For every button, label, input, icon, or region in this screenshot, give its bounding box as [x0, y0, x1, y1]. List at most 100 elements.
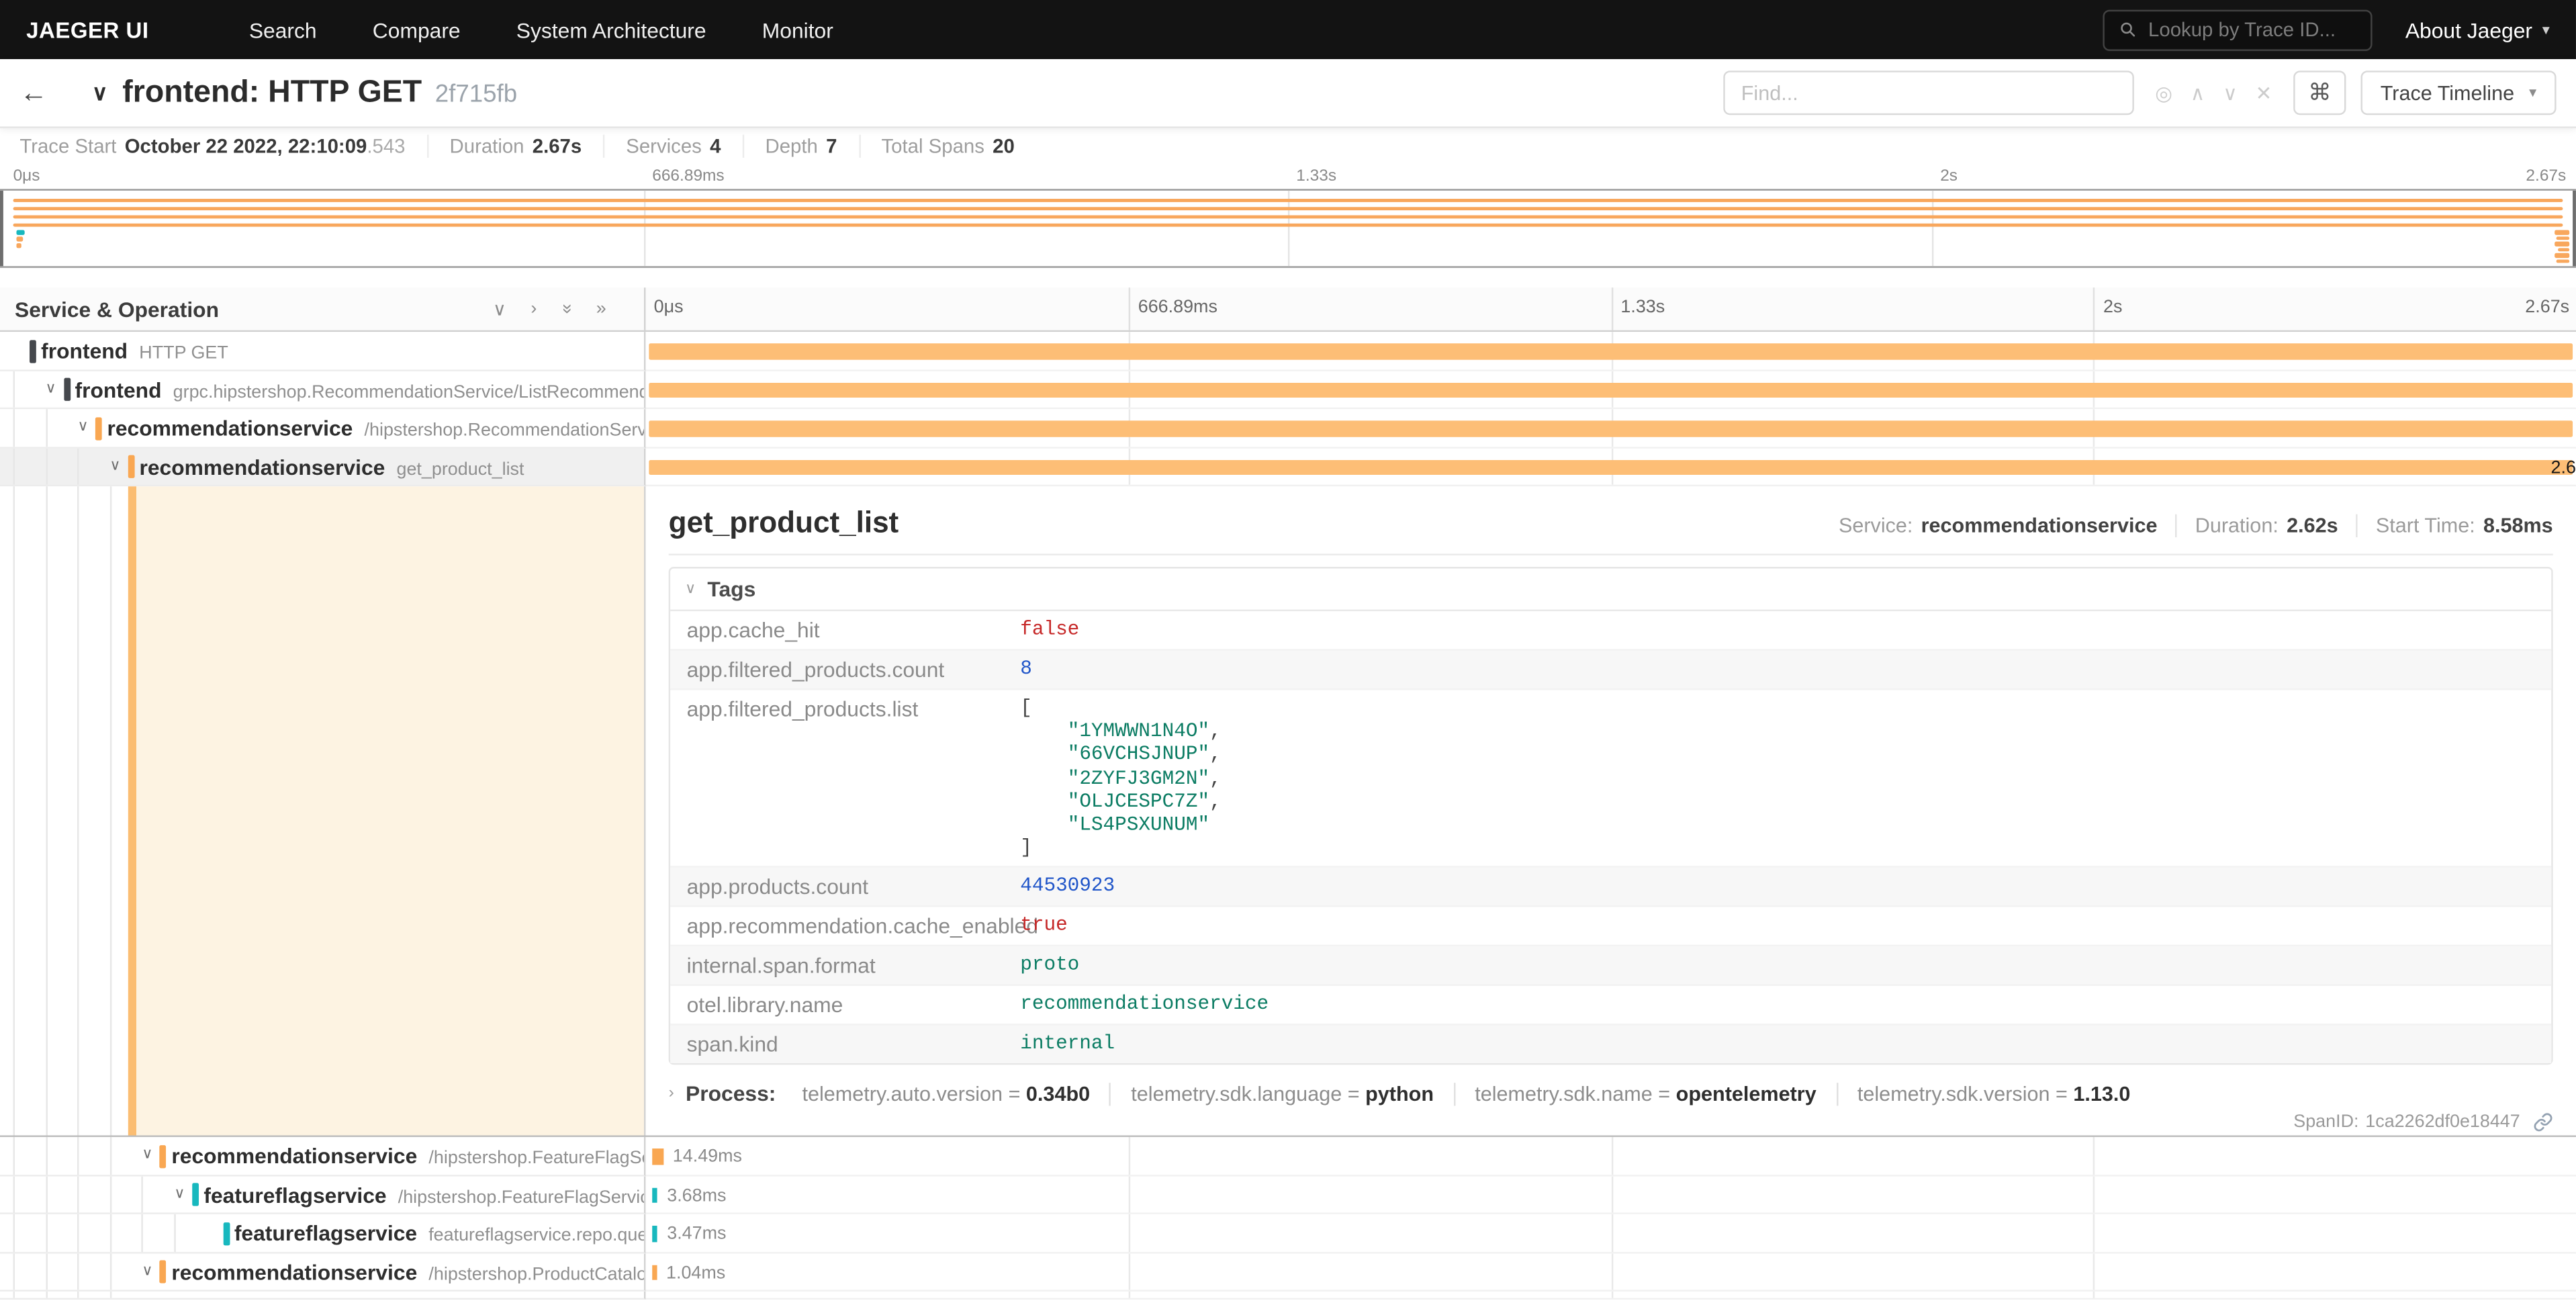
- trace-title-collapse-icon[interactable]: ∨: [92, 80, 107, 106]
- span-bar-cell[interactable]: 2.6: [645, 448, 2576, 486]
- process-row[interactable]: › Process: telemetry.auto.version = 0.34…: [669, 1082, 2553, 1107]
- span-row[interactable]: ∨recommendationserviceget_product_list2.…: [0, 448, 2576, 486]
- prev-match-icon[interactable]: ∧: [2191, 81, 2205, 104]
- minimap-span-line: [16, 236, 23, 240]
- summary-value: 4: [710, 135, 721, 158]
- span-row[interactable]: ∨recommendationservice/hipstershop.Recom…: [0, 409, 2576, 447]
- timeline-gridline: [1128, 1253, 1130, 1290]
- find-box[interactable]: [1723, 71, 2134, 115]
- process-item: telemetry.sdk.name = opentelemetry: [1453, 1083, 1836, 1105]
- indent-guide: [77, 486, 79, 1135]
- about-jaeger-label: About Jaeger: [2405, 17, 2532, 42]
- collapse-one-icon[interactable]: ∨: [493, 298, 506, 320]
- span-bar-cell[interactable]: 1.04ms: [645, 1253, 2576, 1291]
- span-bar-cell[interactable]: [645, 1292, 2576, 1300]
- span-bar-cell[interactable]: 3.68ms: [645, 1175, 2576, 1214]
- span-bar[interactable]: [649, 382, 2573, 398]
- trace-view-selector[interactable]: Trace Timeline ▾: [2360, 71, 2556, 115]
- span-row-left[interactable]: frontendHTTP GET: [0, 332, 645, 370]
- indent-guide: [13, 1137, 15, 1174]
- span-row[interactable]: [0, 1292, 2576, 1300]
- span-row-left[interactable]: ∨frontendgrpc.hipstershop.Recommendation…: [0, 371, 645, 409]
- span-bar[interactable]: [652, 1187, 657, 1203]
- tag-value-string: "LS4PSXUNUM": [1068, 813, 1209, 836]
- keyboard-shortcuts-button[interactable]: ⌘: [2293, 71, 2346, 115]
- timeline-gridline: [1128, 1137, 1130, 1174]
- chevron-down-icon[interactable]: ∨: [142, 1261, 152, 1279]
- tag-key: app.filtered_products.count: [670, 651, 1007, 688]
- tag-value-bool: false: [1007, 611, 1093, 649]
- nav-item-compare[interactable]: Compare: [344, 17, 488, 42]
- span-row-left[interactable]: [0, 1292, 645, 1300]
- nav-item-search[interactable]: Search: [221, 17, 344, 42]
- app-logo[interactable]: JAEGER UI: [26, 17, 148, 42]
- span-row[interactable]: ∨recommendationservice/hipstershop.Produ…: [0, 1253, 2576, 1291]
- find-input[interactable]: [1741, 81, 2116, 104]
- span-bar[interactable]: [652, 1148, 663, 1164]
- span-bar[interactable]: [649, 420, 2573, 436]
- service-name: frontendHTTP GET: [41, 338, 228, 363]
- minimap-span-line: [13, 206, 2563, 210]
- span-bar-cell[interactable]: 14.49ms: [645, 1137, 2576, 1175]
- chevron-down-icon[interactable]: ∨: [142, 1145, 152, 1163]
- nav-item-monitor[interactable]: Monitor: [734, 17, 861, 42]
- span-bar[interactable]: [649, 343, 2573, 359]
- process-key: telemetry.sdk.language: [1131, 1083, 1342, 1105]
- service-color-bar: [160, 1144, 167, 1167]
- collapse-all-icon[interactable]: »: [557, 304, 576, 314]
- span-row-left[interactable]: ∨recommendationservice/hipstershop.Featu…: [0, 1137, 645, 1175]
- meta-label: Start Time:: [2376, 514, 2475, 537]
- span-row[interactable]: ∨featureflagservice/hipstershop.FeatureF…: [0, 1175, 2576, 1214]
- span-bar[interactable]: [649, 459, 2573, 475]
- tag-row: otel.library.namerecommendationservice: [670, 987, 2551, 1026]
- chevron-down-icon: ▾: [2529, 84, 2536, 102]
- trace-id-search-box[interactable]: [2103, 9, 2373, 50]
- span-bar-cell[interactable]: [645, 371, 2576, 409]
- span-duration-label: 3.68ms: [667, 1185, 726, 1205]
- span-bar-cell[interactable]: 3.47ms: [645, 1214, 2576, 1253]
- chevron-down-icon[interactable]: ∨: [109, 456, 120, 474]
- chevron-down-icon[interactable]: ∨: [77, 417, 88, 435]
- process-value: opentelemetry: [1676, 1083, 1816, 1105]
- next-match-icon[interactable]: ∨: [2223, 81, 2238, 104]
- expand-one-icon[interactable]: ›: [531, 299, 537, 318]
- trace-id-search-input[interactable]: [2148, 18, 2356, 41]
- trace-summary-bar: Trace Start October 22 2022, 22:10:09 .5…: [0, 128, 2576, 165]
- span-bar-cell[interactable]: [645, 332, 2576, 370]
- about-jaeger-menu[interactable]: About Jaeger ▾: [2405, 17, 2550, 42]
- span-bar[interactable]: [652, 1226, 657, 1241]
- tags-title: Tags: [707, 577, 755, 602]
- span-row[interactable]: featureflagservicefeatureflagservice.rep…: [0, 1214, 2576, 1253]
- minimap-span-line: [13, 222, 2563, 226]
- indent-guide: [13, 371, 15, 408]
- span-bar[interactable]: [652, 1265, 656, 1280]
- find-matches-icon[interactable]: ◎: [2155, 81, 2172, 104]
- minimap-tick-label: 666.89ms: [652, 168, 724, 186]
- span-row[interactable]: ∨frontendgrpc.hipstershop.Recommendation…: [0, 371, 2576, 409]
- span-row-left[interactable]: ∨recommendationservice/hipstershop.Recom…: [0, 409, 645, 447]
- minimap-canvas[interactable]: [0, 189, 2576, 267]
- tag-value-number: 8: [1007, 651, 1046, 688]
- clear-find-icon[interactable]: ✕: [2256, 81, 2272, 104]
- minimap-right-handle[interactable]: [2573, 191, 2576, 267]
- expand-all-icon[interactable]: »: [596, 299, 606, 318]
- minimap-left-handle[interactable]: [0, 191, 3, 267]
- link-icon[interactable]: [2533, 1113, 2552, 1132]
- tag-value-string: "2ZYFJ3GM2N": [1068, 767, 1209, 790]
- span-bar-cell[interactable]: [645, 409, 2576, 447]
- span-row-left[interactable]: ∨featureflagservice/hipstershop.FeatureF…: [0, 1175, 645, 1214]
- span-row-left[interactable]: ∨recommendationservice/hipstershop.Produ…: [0, 1253, 645, 1291]
- nav-item-system-architecture[interactable]: System Architecture: [488, 17, 734, 42]
- chevron-down-icon[interactable]: ∨: [46, 379, 56, 397]
- span-row-left[interactable]: ∨recommendationserviceget_product_list: [0, 448, 645, 486]
- indent-guide: [46, 1292, 47, 1298]
- span-row[interactable]: ∨recommendationservice/hipstershop.Featu…: [0, 1137, 2576, 1175]
- span-row[interactable]: frontendHTTP GET: [0, 332, 2576, 370]
- back-arrow-icon[interactable]: ←: [19, 77, 68, 109]
- tag-value-string: "1YMWWN1N4O": [1068, 720, 1209, 743]
- tags-accordion-header[interactable]: ∨ Tags: [670, 568, 2551, 609]
- top-nav-right: About Jaeger ▾: [2103, 9, 2550, 50]
- chevron-down-icon[interactable]: ∨: [174, 1184, 185, 1202]
- indent-guide: [142, 1214, 143, 1251]
- span-row-left[interactable]: featureflagservicefeatureflagservice.rep…: [0, 1214, 645, 1253]
